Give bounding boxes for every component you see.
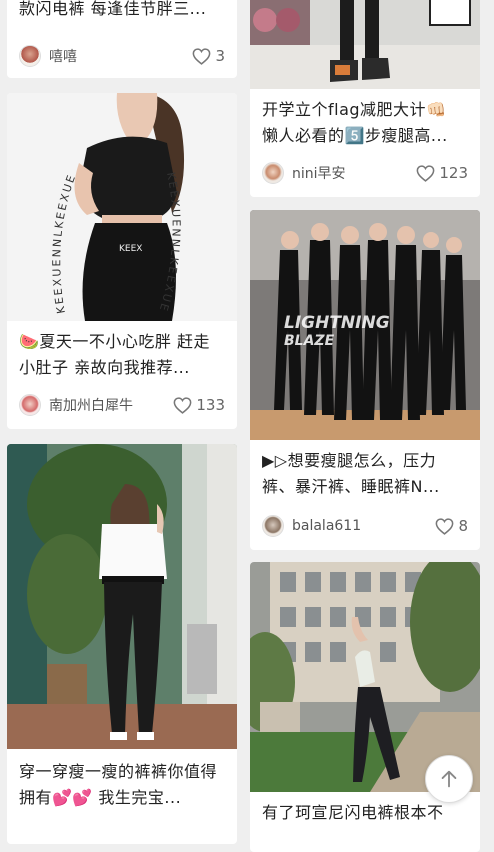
arrow-up-icon [441,770,457,788]
feed-card[interactable]: 穿一穿瘦一瘦的裤裤你值得拥有💕💕 我生完宝... [7,444,237,844]
card-photo[interactable] [250,0,480,89]
card-meta: 嘻嘻 3 [19,44,225,68]
photo-woman-garden [7,444,237,749]
like-count: 133 [196,396,225,414]
feed-card[interactable]: LIGHTNING BLAZE ▶▷想要瘦腿怎么，压力裤、暴汗裤、睡眠裤N...… [250,210,480,550]
like-count: 3 [215,47,225,65]
like-button[interactable]: 3 [192,47,225,65]
card-title: ▶▷想要瘦腿怎么，压力裤、暴汗裤、睡眠裤N... [262,451,440,496]
svg-text:KEEX: KEEX [119,244,142,254]
card-photo[interactable]: LIGHTNING BLAZE [250,210,480,440]
card-title: 🍉夏天一不小心吃胖 赶走小肚子 亲故向我推荐... [19,332,211,377]
card-title: 款闪电裤 每逢佳节胖三... [19,0,207,18]
photo-sneakers-gym [250,0,480,89]
heart-outline-icon [436,517,454,535]
like-count: 123 [439,164,468,182]
card-meta: balala611 8 [262,514,468,538]
author-name[interactable]: nini早安 [292,163,416,183]
like-button[interactable]: 123 [416,164,468,182]
photo-woman-black-outfit: KEEX KEEXUENNLKEEXUE KEEXUENNLKEEXUE [7,93,237,321]
card-photo[interactable]: KEEX KEEXUENNLKEEXUE KEEXUENNLKEEXUE [7,93,237,321]
author-name[interactable]: 嘻嘻 [49,46,192,66]
card-title: 开学立个flag减肥大计👊🏻 懒人必看的5️⃣步瘦腿高... [262,100,448,145]
author-name[interactable]: balala611 [292,518,435,534]
card-photo[interactable] [7,444,237,749]
scroll-to-top-button[interactable] [425,755,473,803]
card-meta: 南加州白犀牛 133 [19,393,225,417]
avatar[interactable] [19,394,41,416]
feed-card[interactable]: KEEX KEEXUENNLKEEXUE KEEXUENNLKEEXUE 🍉夏天… [7,93,237,429]
card-meta: nini早安 123 [262,161,468,185]
like-button[interactable]: 8 [435,517,468,535]
avatar[interactable] [262,515,284,537]
feed-card[interactable]: 有了珂宣尼闪电裤根本不 [250,562,480,852]
author-name[interactable]: 南加州白犀牛 [49,395,173,415]
avatar[interactable] [262,162,284,184]
photo-group-dancers: LIGHTNING BLAZE [250,210,480,440]
like-count: 8 [458,517,468,535]
like-button[interactable]: 133 [173,396,225,414]
photo-logo-text-2: BLAZE [284,333,335,349]
heart-outline-icon [416,164,435,182]
heart-outline-icon [173,396,192,414]
heart-outline-icon [193,47,211,65]
feed-card[interactable]: 款闪电裤 每逢佳节胖三... 嘻嘻 3 [7,0,237,78]
avatar[interactable] [19,45,41,67]
photo-logo-text-1: LIGHTNING [284,313,390,333]
card-title: 穿一穿瘦一瘦的裤裤你值得拥有💕💕 我生完宝... [19,762,218,807]
feed-card[interactable]: 开学立个flag减肥大计👊🏻 懒人必看的5️⃣步瘦腿高... nini早安 12… [250,0,480,197]
